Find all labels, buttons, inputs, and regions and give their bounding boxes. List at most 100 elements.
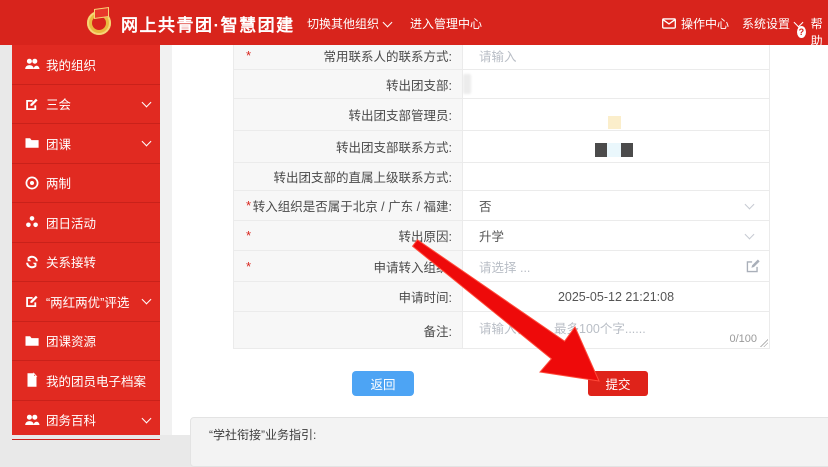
field-value-transfer-reason[interactable]: 升学	[463, 221, 769, 250]
textarea-placeholder: 请输入备注，最多100个字......	[479, 318, 646, 337]
folder-icon	[24, 333, 40, 349]
sidebar-item-label: 我的组织	[46, 55, 150, 74]
redacted-value	[595, 143, 607, 157]
picker-placeholder: 请选择 ...	[479, 257, 530, 276]
guide-title: “学社衔接”业务指引:	[209, 428, 316, 442]
redacted-value	[607, 143, 621, 157]
chevron-down-icon	[745, 229, 755, 239]
char-counter: 0/100	[729, 333, 757, 345]
help-icon: ?	[797, 26, 806, 38]
system-settings-menu[interactable]: 系统设置	[742, 15, 802, 32]
transfer-form: *常用联系人的联系方式: 请输入转出团支部:转出团支部管理员:转出团支部联系方式:…	[233, 40, 770, 349]
sidebar-item-label: 关系接转	[46, 252, 150, 271]
transfer-icon	[24, 254, 40, 270]
sidebar-item-我的组织[interactable]: 我的组织	[12, 45, 160, 85]
field-value-out-branch	[463, 70, 769, 98]
enter-admin-link[interactable]: 进入管理中心	[410, 15, 482, 32]
target-icon	[24, 175, 40, 191]
people-icon	[24, 412, 40, 428]
sidebar-item-团日活动[interactable]: 团日活动	[12, 203, 160, 243]
league-emblem-icon	[85, 7, 115, 37]
form-row-contact-method: *常用联系人的联系方式: 请输入	[234, 41, 769, 70]
submit-button[interactable]: 提交	[588, 371, 648, 396]
sidebar-item-label: 三会	[46, 94, 143, 113]
chevron-down-icon	[142, 97, 152, 107]
field-value-apply-time: 2025-05-12 21:21:08	[463, 282, 769, 311]
sidebar-item-“两红两优”评选[interactable]: “两红两优”评选	[12, 282, 160, 322]
sidebar-item-label: 团务百科	[46, 410, 143, 429]
form-row-apply-time: 申请时间: 2025-05-12 21:21:08	[234, 282, 769, 312]
redacted-value	[608, 116, 621, 129]
file-icon	[24, 372, 40, 388]
action-center-link[interactable]: 操作中心	[662, 15, 729, 32]
field-label-transfer-reason: *转出原因:	[234, 221, 463, 250]
field-label-contact-method: *常用联系人的联系方式:	[234, 41, 463, 69]
sidebar-item-三会[interactable]: 三会	[12, 85, 160, 125]
field-value-target-org[interactable]: 请选择 ...	[463, 251, 769, 281]
help-link[interactable]: ? 帮助	[797, 15, 828, 49]
field-value-out-branch-admin	[463, 99, 769, 130]
input-placeholder: 请输入	[479, 46, 517, 65]
sidebar-item-我的团员电子档案[interactable]: 我的团员电子档案	[12, 361, 160, 401]
sidebar-item-团务百科[interactable]: 团务百科	[12, 401, 160, 441]
field-label-out-branch-admin: 转出团支部管理员:	[234, 99, 463, 130]
back-button[interactable]: 返回	[352, 371, 414, 396]
chevron-down-icon	[383, 17, 393, 27]
sidebar-item-label: 我的团员电子档案	[46, 371, 150, 390]
form-row-remarks: 备注: 请输入备注，最多100个字...... 0/100	[234, 312, 769, 348]
sidebar-item-两制[interactable]: 两制	[12, 164, 160, 204]
select-value: 否	[479, 196, 492, 215]
content-scrollbar[interactable]	[160, 45, 172, 435]
sidebar-item-团课资源[interactable]: 团课资源	[12, 322, 160, 362]
page: *常用联系人的联系方式: 请输入转出团支部:转出团支部管理员:转出团支部联系方式:…	[0, 0, 828, 435]
edit-icon	[24, 96, 40, 112]
form-row-out-branch-superior-contact: 转出团支部的直属上级联系方式:	[234, 163, 769, 191]
school-society-guide-panel: “学社衔接”业务指引:	[190, 417, 828, 467]
field-value-contact-method[interactable]: 请输入	[463, 41, 769, 69]
chevron-down-icon	[745, 199, 755, 209]
redacted-value	[621, 143, 633, 157]
sidebar-item-label: 团课资源	[46, 331, 150, 350]
field-label-apply-time: 申请时间:	[234, 282, 463, 311]
required-asterisk: *	[246, 228, 251, 243]
app-title: 网上共青团·智慧团建	[121, 11, 295, 36]
form-row-out-branch-contact: 转出团支部联系方式:	[234, 131, 769, 163]
field-label-out-branch-superior-contact: 转出团支部的直属上级联系方式:	[234, 163, 463, 190]
edit-pencil-icon[interactable]	[744, 257, 762, 275]
redacted-value	[463, 74, 471, 94]
edit-icon	[24, 293, 40, 309]
field-value-remarks[interactable]: 请输入备注，最多100个字...... 0/100	[463, 312, 769, 348]
chevron-down-icon	[142, 295, 152, 305]
sidebar-item-label: 两制	[46, 173, 150, 192]
field-value-out-branch-contact	[463, 131, 769, 162]
switch-org-menu[interactable]: 切换其他组织	[307, 15, 391, 32]
field-label-out-branch-contact: 转出团支部联系方式:	[234, 131, 463, 162]
sidebar-item-团课[interactable]: 团课	[12, 124, 160, 164]
field-label-target-region: *转入组织是否属于北京 / 广东 / 福建:	[234, 191, 463, 220]
field-label-remarks: 备注:	[234, 312, 463, 348]
field-label-out-branch: 转出团支部:	[234, 70, 463, 98]
resize-grip-icon[interactable]	[760, 339, 768, 347]
sidebar: 我的组织三会团课两制团日活动关系接转 “两红两优”评选团课资源我的团员电子档案团务…	[12, 45, 160, 435]
sidebar-item-label: “两红两优”评选	[46, 292, 143, 311]
people-icon	[24, 56, 40, 72]
top-header: 网上共青团·智慧团建 切换其他组织 进入管理中心 操作中心 系统设置 ? 帮助	[0, 0, 828, 45]
required-asterisk: *	[246, 198, 251, 213]
form-row-out-branch-admin: 转出团支部管理员:	[234, 99, 769, 131]
sidebar-menu: 我的组织三会团课两制团日活动关系接转 “两红两优”评选团课资源我的团员电子档案团务…	[12, 45, 160, 440]
required-asterisk: *	[246, 259, 251, 274]
chevron-down-icon	[142, 413, 152, 423]
form-row-transfer-reason: *转出原因:升学	[234, 221, 769, 251]
form-row-target-org: *申请转入组织:请选择 ...	[234, 251, 769, 282]
sidebar-item-关系接转[interactable]: 关系接转	[12, 243, 160, 283]
datetime-value: 2025-05-12 21:21:08	[479, 290, 769, 304]
activity-icon	[24, 214, 40, 230]
form-row-out-branch: 转出团支部:	[234, 70, 769, 99]
envelope-icon	[662, 17, 676, 31]
sidebar-item-label: 团课	[46, 134, 143, 153]
chevron-down-icon	[142, 137, 152, 147]
required-asterisk: *	[246, 48, 251, 63]
field-value-out-branch-superior-contact	[463, 163, 769, 190]
form-row-target-region: *转入组织是否属于北京 / 广东 / 福建: 否	[234, 191, 769, 221]
field-value-target-region[interactable]: 否	[463, 191, 769, 220]
